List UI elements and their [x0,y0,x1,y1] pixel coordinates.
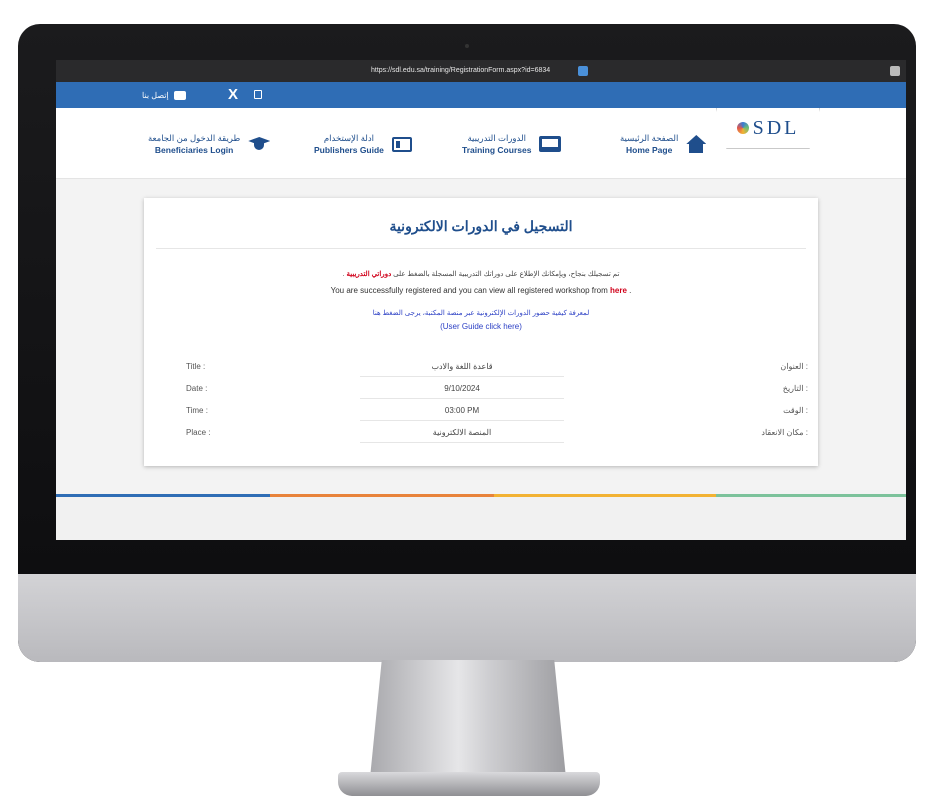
field-label-ar: التاريخ : [782,384,808,393]
field-value: المنصة الالكترونية [360,424,564,443]
chat-icon [173,90,186,100]
guide-icon [391,136,412,152]
nav-training-en: Training Courses [462,145,532,155]
nav-training-courses[interactable]: الدورات التدريبية Training Courses [462,128,562,160]
field-value: 9/10/2024 [360,380,564,399]
success-message-en-text: You are successfully registered and you … [330,286,611,295]
field-label-ar: العنوان : [780,362,808,371]
field-row-title: Title : قاعدة اللغة والادب العنوان : [144,358,818,378]
sdl-logo-text: SDL [752,116,800,139]
contact-us-label: إتصل بنا [142,90,169,100]
field-value: قاعدة اللغة والادب [360,358,564,377]
nav-home-page[interactable]: الصفحة الرئيسية Home Page [620,128,706,160]
graduation-cap-icon [248,137,270,151]
top-bar: إتصل بنا X [56,82,906,108]
field-row-time: Time : 03:00 PM الوقت : [144,402,818,422]
field-label-en: Time : [186,406,208,415]
home-icon [686,135,706,153]
shield-icon[interactable] [578,66,588,76]
my-courses-link[interactable]: دوراتي التدريبية [346,271,391,278]
social-icon[interactable] [254,90,262,99]
footer-area [56,497,906,540]
nav-publishers-en: Publishers Guide [314,145,384,155]
field-label-en: Place : [186,428,211,437]
success-message-ar: تم تسجيلك بنجاح، ويإمكانك الإطلاع على دو… [144,270,818,278]
sdl-logo-mark [736,122,749,134]
nav-home-en: Home Page [626,145,673,155]
main-nav: طريقة الدخول من الجامعة Beneficiaries Lo… [56,108,906,179]
nav-beneficiaries-en: Beneficiaries Login [154,145,234,155]
x-twitter-icon[interactable]: X [228,86,238,103]
nav-beneficiaries-ar: طريقة الدخول من الجامعة [148,133,241,143]
page-title: التسجيل في الدورات الالكترونية [389,218,573,234]
extension-icon[interactable] [890,66,900,76]
monitor-chin [18,574,916,662]
field-value: 03:00 PM [360,402,564,421]
monitor-stand-base [338,772,600,796]
success-message-en-end: . [626,286,632,295]
field-row-date: Date : 9/10/2024 التاريخ : [144,380,818,400]
url-text[interactable]: https://sdl.edu.sa/training/Registration… [371,60,550,82]
title-divider [156,248,806,249]
field-label-en: Date : [186,384,208,393]
nav-home-ar: الصفحة الرئيسية [620,133,679,143]
user-guide-link-ar[interactable]: لمعرفة كيفية حضور الدورات الإلكترونية عب… [144,309,818,317]
camera-icon [465,44,469,48]
contact-us-link[interactable]: إتصل بنا [142,82,186,108]
field-label-ar: مكان الانعقاد : [761,428,808,437]
user-guide-link-en[interactable]: (User Guide click here) [144,322,818,331]
screen: https://sdl.edu.sa/training/Registration… [56,60,906,540]
field-label-en: Title : [186,362,206,371]
nav-publishers-ar: ادلة الإستخدام [323,133,375,143]
success-message-en: You are successfully registered and you … [144,286,818,295]
registration-card: التسجيل في الدورات الالكترونية تم تسجيلك… [144,198,818,466]
nav-beneficiaries-login[interactable]: طريقة الدخول من الجامعة Beneficiaries Lo… [148,128,270,160]
browser-address-bar[interactable]: https://sdl.edu.sa/training/Registration… [56,60,906,82]
field-row-place: Place : المنصة الالكترونية مكان الانعقاد… [144,424,818,444]
field-label-ar: الوقت : [783,406,808,415]
sdl-logo[interactable]: SDL [716,108,820,149]
monitor-stand [370,660,566,778]
presentation-board-icon [539,136,562,152]
nav-training-ar: الدورات التدريبية [467,133,526,143]
nav-publishers-guide[interactable]: ادلة الإستخدام Publishers Guide [314,128,412,160]
success-message-ar-text: تم تسجيلك بنجاح، ويإمكانك الإطلاع على دو… [391,271,620,278]
here-link[interactable]: here [610,286,627,295]
